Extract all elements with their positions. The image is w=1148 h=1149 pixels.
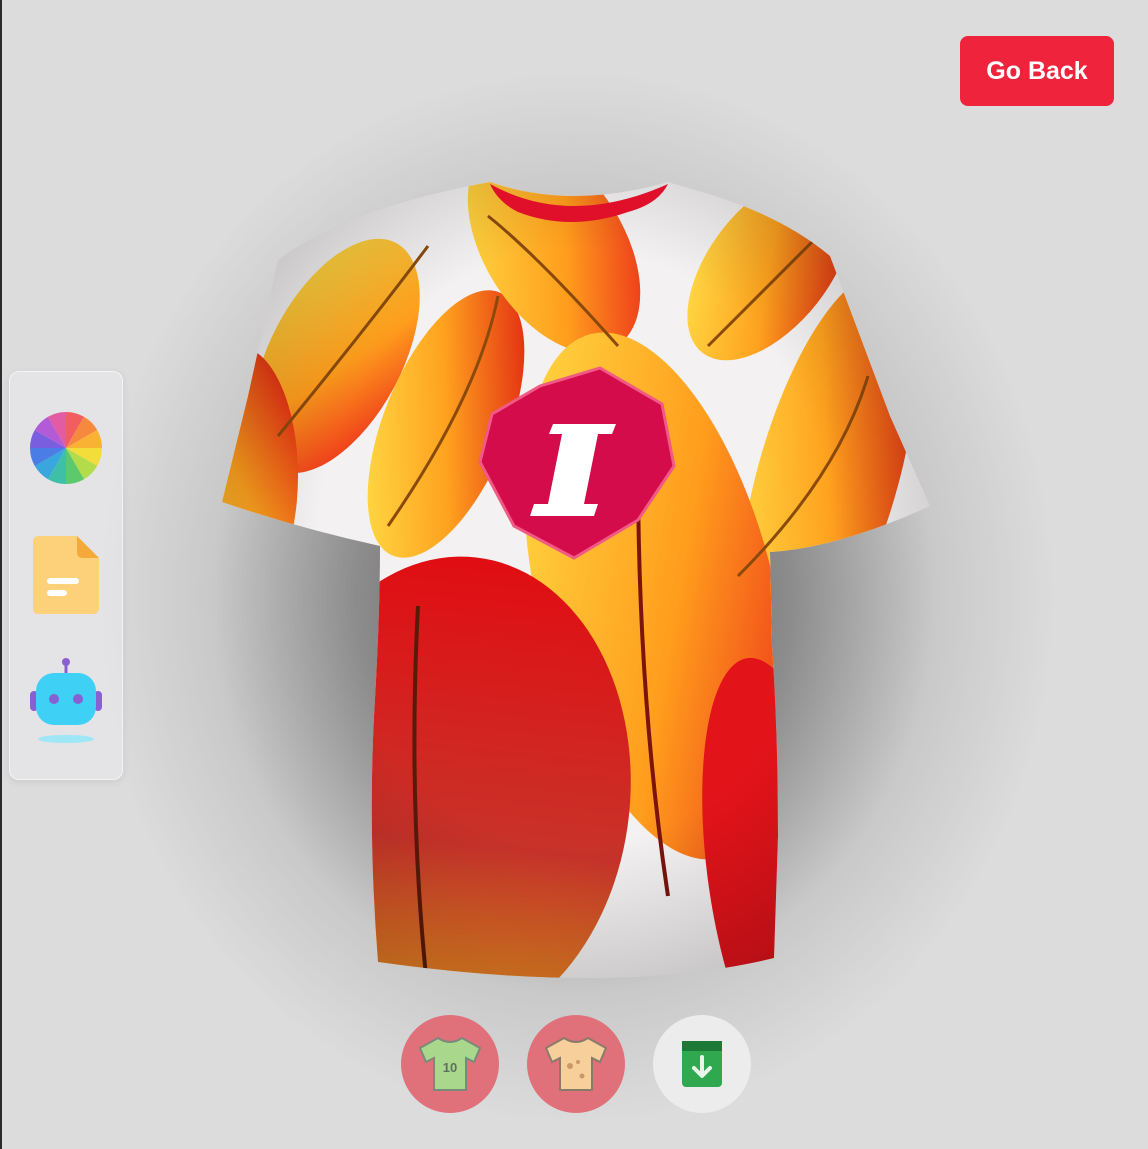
file-picker-tab[interactable] xyxy=(26,535,106,615)
color-wheel-icon xyxy=(29,411,103,485)
tshirt-model xyxy=(222,182,930,979)
jersey-number-shirt-icon: 10 xyxy=(418,1036,482,1091)
svg-text:10: 10 xyxy=(443,1060,457,1075)
window-edge xyxy=(0,0,2,1149)
logo-shirt-toggle-button[interactable]: 10 xyxy=(401,1015,499,1113)
tshirt-3d-canvas[interactable] xyxy=(218,176,934,1000)
color-picker-tab[interactable] xyxy=(26,408,106,488)
editor-tabs-sidebar xyxy=(9,371,123,780)
file-icon xyxy=(33,536,99,614)
full-texture-toggle-button[interactable] xyxy=(527,1015,625,1113)
go-back-button[interactable]: Go Back xyxy=(960,36,1114,106)
full-texture-shirt-icon xyxy=(544,1036,608,1091)
download-icon xyxy=(682,1041,722,1087)
download-button[interactable] xyxy=(653,1015,751,1113)
ai-picker-tab[interactable] xyxy=(26,658,106,743)
ai-robot-icon xyxy=(30,658,102,743)
